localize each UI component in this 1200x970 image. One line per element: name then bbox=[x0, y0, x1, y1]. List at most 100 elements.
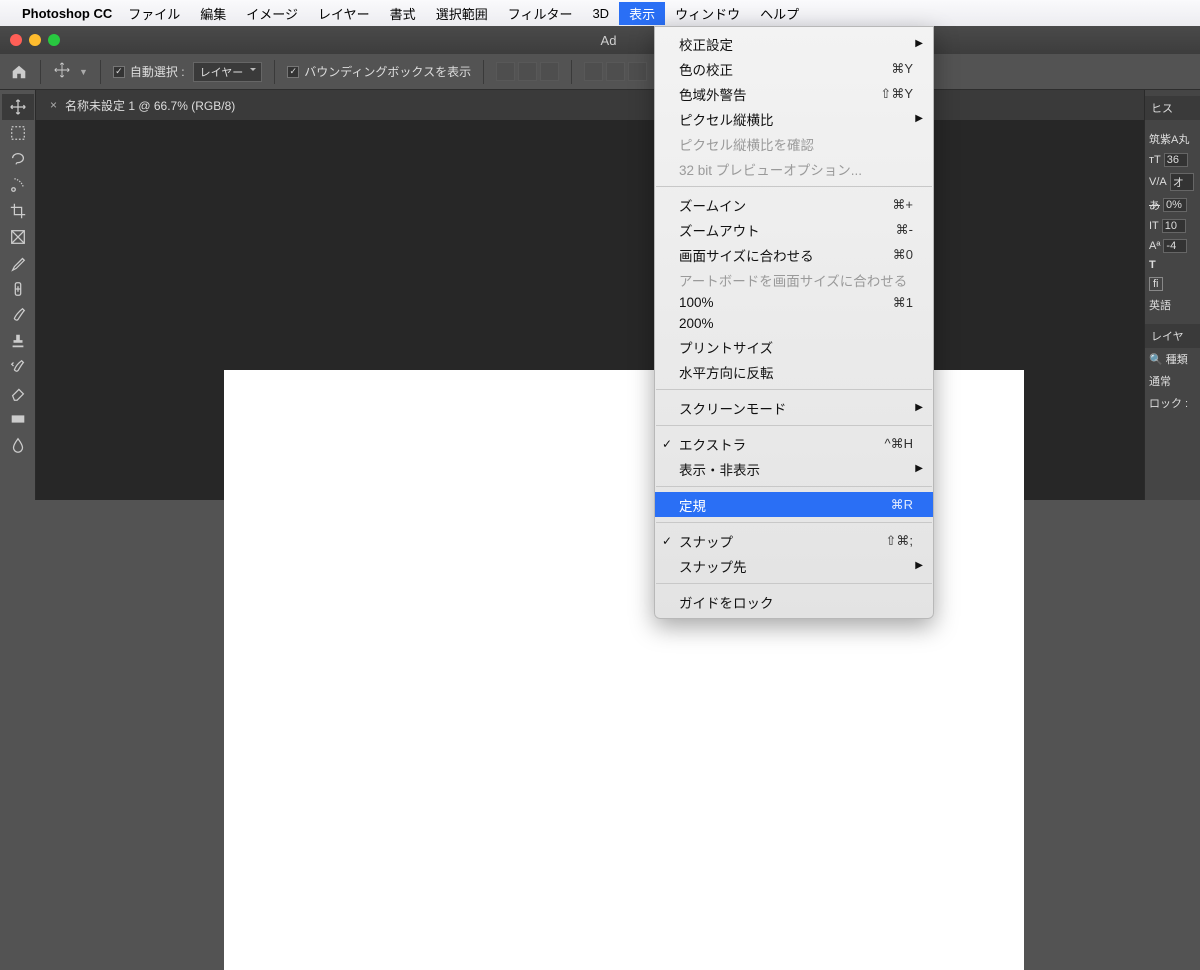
minimize-button[interactable] bbox=[29, 34, 41, 46]
menu-separator bbox=[656, 186, 932, 187]
t-bold[interactable]: T bbox=[1149, 259, 1156, 271]
menu-item[interactable]: 校正設定▶ bbox=[655, 31, 933, 56]
blur-tool[interactable] bbox=[2, 432, 34, 458]
menubar-item-7[interactable]: 3D bbox=[582, 4, 619, 23]
baseline-input[interactable]: -4 bbox=[1163, 239, 1187, 253]
font-size-input[interactable]: 36 bbox=[1164, 153, 1188, 167]
menu-item[interactable]: 色の校正⌘Y bbox=[655, 56, 933, 81]
move-glyph-icon[interactable] bbox=[53, 61, 71, 82]
menu-item[interactable]: ✓スナップ⇧⌘; bbox=[655, 528, 933, 553]
menu-item[interactable]: 色域外警告⇧⌘Y bbox=[655, 81, 933, 106]
font-select[interactable]: 筑紫A丸 bbox=[1145, 128, 1200, 150]
menubar-item-1[interactable]: 編集 bbox=[190, 2, 236, 25]
align-button[interactable] bbox=[518, 62, 537, 81]
menu-separator bbox=[656, 389, 932, 390]
healing-tool[interactable] bbox=[2, 276, 34, 302]
window-title: Ad bbox=[67, 33, 1150, 48]
move-tool[interactable] bbox=[2, 94, 34, 120]
stamp-tool[interactable] bbox=[2, 328, 34, 354]
history-brush-tool[interactable] bbox=[2, 354, 34, 380]
vscale-input[interactable]: 10 bbox=[1162, 219, 1186, 233]
auto-select-label: 自動選択 : bbox=[130, 63, 185, 80]
checkbox-icon[interactable]: ✓ bbox=[287, 66, 299, 78]
crop-tool[interactable] bbox=[2, 198, 34, 224]
menu-item[interactable]: 表示・非表示▶ bbox=[655, 456, 933, 481]
menu-item: ピクセル縦横比を確認 bbox=[655, 131, 933, 156]
quick-select-tool[interactable] bbox=[2, 172, 34, 198]
close-tab-icon[interactable]: × bbox=[50, 98, 57, 112]
menu-item: 32 bit プレビューオプション... bbox=[655, 156, 933, 181]
kerning-input[interactable]: オ bbox=[1170, 173, 1194, 191]
align-buttons bbox=[496, 62, 559, 81]
menubar-item-0[interactable]: ファイル bbox=[118, 2, 190, 25]
menu-item[interactable]: 水平方向に反転 bbox=[655, 359, 933, 384]
align-button[interactable] bbox=[496, 62, 515, 81]
history-tab[interactable]: ヒス bbox=[1145, 96, 1200, 120]
layer-dropdown[interactable]: レイヤー bbox=[193, 62, 263, 82]
menubar-item-10[interactable]: ヘルプ bbox=[750, 2, 809, 25]
menu-item[interactable]: 200% bbox=[655, 313, 933, 334]
menu-item[interactable]: プリントサイズ bbox=[655, 334, 933, 359]
menu-item[interactable]: 画面サイズに合わせる⌘0 bbox=[655, 242, 933, 267]
align-button[interactable] bbox=[628, 62, 647, 81]
menubar-item-3[interactable]: レイヤー bbox=[308, 2, 380, 25]
app-name[interactable]: Photoshop CC bbox=[22, 6, 112, 21]
lasso-tool[interactable] bbox=[2, 146, 34, 172]
menubar-item-4[interactable]: 書式 bbox=[380, 2, 426, 25]
menu-item[interactable]: ズームアウト⌘- bbox=[655, 217, 933, 242]
view-menu-dropdown: 校正設定▶色の校正⌘Y色域外警告⇧⌘Yピクセル縦横比▶ピクセル縦横比を確認32 … bbox=[654, 26, 934, 619]
menu-item[interactable]: 100%⌘1 bbox=[655, 292, 933, 313]
lang-select[interactable]: 英語 bbox=[1145, 294, 1200, 316]
align-button[interactable] bbox=[584, 62, 603, 81]
auto-select-toggle[interactable]: ✓ 自動選択 : bbox=[113, 63, 185, 80]
menubar-item-2[interactable]: イメージ bbox=[236, 2, 308, 25]
align-button[interactable] bbox=[606, 62, 625, 81]
distribute-buttons bbox=[584, 62, 647, 81]
right-panel: ヒス 筑紫A丸 тT36 V/Aオ あ0% IT10 Aª-4 T fi 英語 … bbox=[1144, 90, 1200, 500]
menu-item[interactable]: ピクセル縦横比▶ bbox=[655, 106, 933, 131]
mac-menubar: Photoshop CC ファイル編集イメージレイヤー書式選択範囲フィルター3D… bbox=[0, 0, 1200, 26]
layers-tab[interactable]: レイヤ bbox=[1145, 324, 1200, 348]
menubar-item-5[interactable]: 選択範囲 bbox=[426, 2, 498, 25]
fi-ligature[interactable]: fi bbox=[1149, 277, 1163, 291]
lock-row: ロック : bbox=[1145, 392, 1200, 414]
checkbox-icon[interactable]: ✓ bbox=[113, 66, 125, 78]
marquee-tool[interactable] bbox=[2, 120, 34, 146]
menu-separator bbox=[656, 425, 932, 426]
close-button[interactable] bbox=[10, 34, 22, 46]
blend-mode[interactable]: 通常 bbox=[1145, 370, 1200, 392]
frame-tool[interactable] bbox=[2, 224, 34, 250]
document-tab[interactable]: × 名称未設定 1 @ 66.7% (RGB/8) bbox=[42, 97, 243, 114]
tt-icon: тT bbox=[1149, 154, 1161, 166]
menu-item[interactable]: ガイドをロック bbox=[655, 589, 933, 614]
home-icon[interactable] bbox=[10, 63, 28, 81]
window-titlebar: Ad bbox=[0, 26, 1200, 54]
bounding-box-toggle[interactable]: ✓ バウンディングボックスを表示 bbox=[287, 63, 471, 80]
separator bbox=[483, 60, 484, 84]
menubar-item-8[interactable]: 表示 bbox=[619, 2, 665, 25]
menubar-item-9[interactable]: ウィンドウ bbox=[665, 2, 750, 25]
eyedropper-tool[interactable] bbox=[2, 250, 34, 276]
document-tab-label: 名称未設定 1 @ 66.7% (RGB/8) bbox=[65, 97, 235, 114]
menu-item[interactable]: スナップ先▶ bbox=[655, 553, 933, 578]
zoom-button[interactable] bbox=[48, 34, 60, 46]
menu-item[interactable]: ✓エクストラ^⌘H bbox=[655, 431, 933, 456]
separator bbox=[274, 60, 275, 84]
gradient-tool[interactable] bbox=[2, 406, 34, 432]
tsume-input[interactable]: 0% bbox=[1163, 198, 1187, 212]
menu-item[interactable]: 定規⌘R bbox=[655, 492, 933, 517]
separator bbox=[100, 60, 101, 84]
separator bbox=[40, 60, 41, 84]
document-tab-row: × 名称未設定 1 @ 66.7% (RGB/8) bbox=[36, 90, 1144, 120]
canvas-viewport[interactable] bbox=[36, 120, 1144, 500]
brush-tool[interactable] bbox=[2, 302, 34, 328]
menu-separator bbox=[656, 486, 932, 487]
menu-item[interactable]: スクリーンモード▶ bbox=[655, 395, 933, 420]
menu-separator bbox=[656, 522, 932, 523]
align-button[interactable] bbox=[540, 62, 559, 81]
menu-item[interactable]: ズームイン⌘+ bbox=[655, 192, 933, 217]
options-bar: ▼ ✓ 自動選択 : レイヤー ✓ バウンディングボックスを表示 bbox=[0, 54, 1200, 90]
layer-filter[interactable]: 種類 bbox=[1166, 351, 1188, 367]
eraser-tool[interactable] bbox=[2, 380, 34, 406]
menubar-item-6[interactable]: フィルター bbox=[498, 2, 583, 25]
